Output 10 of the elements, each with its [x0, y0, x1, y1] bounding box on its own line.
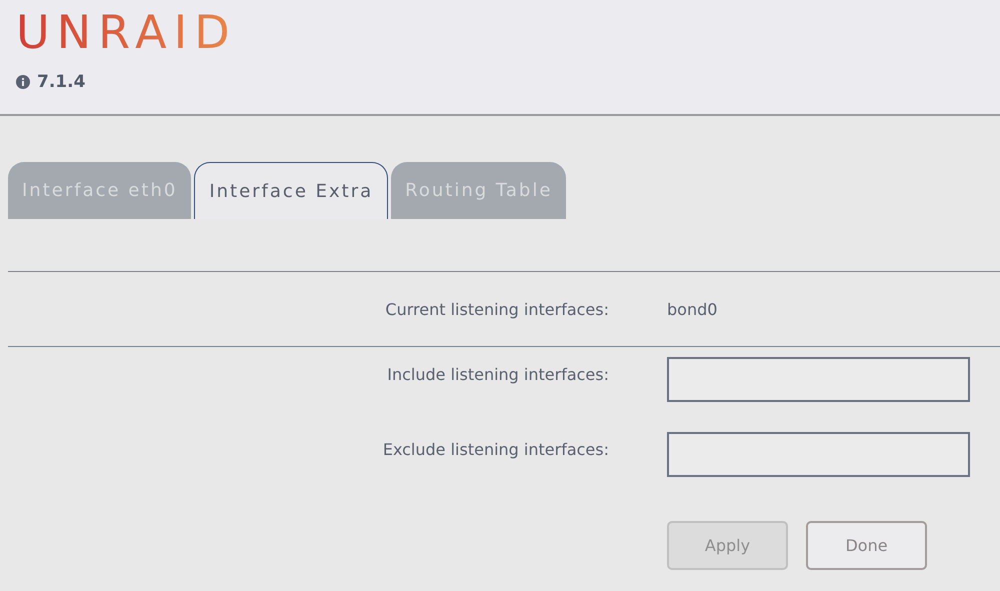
info-icon: [16, 75, 30, 89]
done-button[interactable]: Done: [806, 521, 927, 570]
field-value: bond0: [667, 300, 718, 318]
input-field[interactable]: [667, 357, 970, 402]
version-text: 7.1.4: [37, 72, 86, 92]
tab[interactable]: Interface Extra: [194, 162, 388, 219]
input-field[interactable]: [667, 432, 970, 477]
field-label: Exclude listening interfaces:: [382, 440, 609, 459]
field-label: Current listening interfaces:: [384, 300, 609, 318]
field-label: Include listening interfaces:: [386, 365, 609, 384]
